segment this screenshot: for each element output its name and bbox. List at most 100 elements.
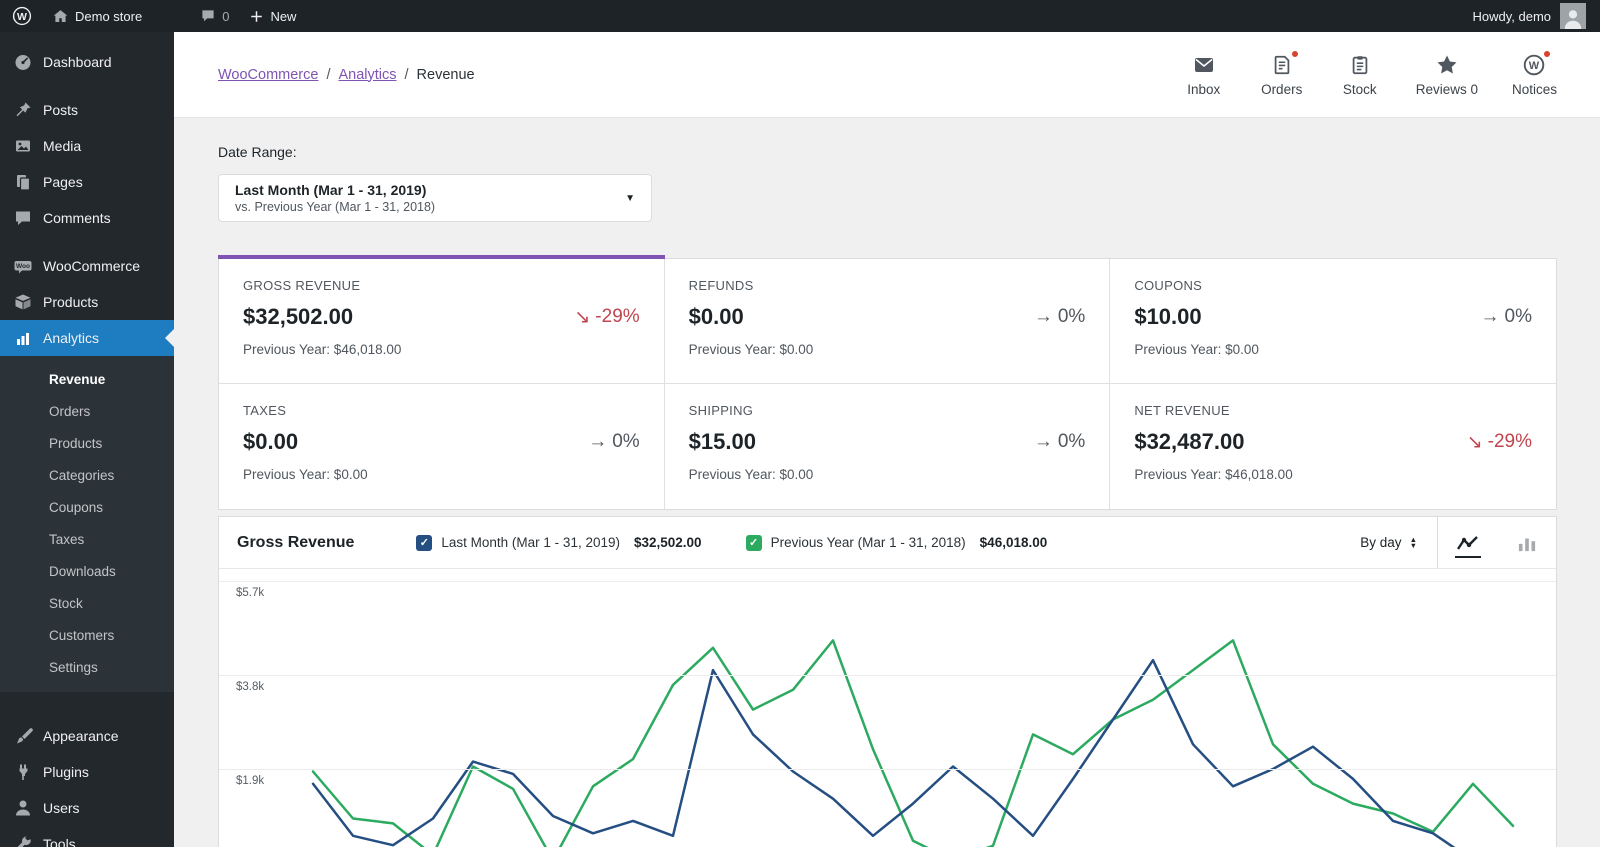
summary-cards: GROSS REVENUE $32,502.00 ↘-29% Previous … <box>218 258 1557 510</box>
user-silhouette-icon <box>1562 7 1584 29</box>
chevron-down-icon: ▼ <box>625 193 635 204</box>
sidebar-item-pages[interactable]: Pages <box>0 164 174 200</box>
sidebar-item-dashboard[interactable]: Dashboard <box>0 44 174 80</box>
date-range-select[interactable]: Last Month (Mar 1 - 31, 2019) vs. Previo… <box>218 174 652 222</box>
sidebar-item-comments[interactable]: Comments <box>0 200 174 236</box>
sidebar-item-label: WooCommerce <box>43 258 140 274</box>
trend-down-arrow-icon: ↘ <box>1467 431 1483 454</box>
admin-sidebar: Dashboard Posts Media Pages <box>0 32 174 847</box>
y-axis-tick-label: $5.7k <box>236 587 264 599</box>
svg-text:W: W <box>1529 60 1540 72</box>
chart-title: Gross Revenue <box>219 534 416 552</box>
site-name: Demo store <box>75 9 142 24</box>
activity-inbox-button[interactable]: Inbox <box>1182 53 1226 97</box>
activity-panel: Inbox Orders <box>1182 53 1557 97</box>
pages-icon <box>13 172 33 192</box>
avatar[interactable] <box>1560 3 1586 29</box>
sidebar-item-media[interactable]: Media <box>0 128 174 164</box>
wordpress-menu-button[interactable]: W <box>0 0 42 32</box>
site-name-button[interactable]: Demo store <box>42 0 152 32</box>
bar-chart-button[interactable] <box>1497 517 1556 568</box>
submenu-item-downloads[interactable]: Downloads <box>0 555 174 587</box>
active-tab-underline <box>1455 556 1481 558</box>
checkbox-checked-green[interactable]: ✓ <box>746 535 762 551</box>
chart-legend: ✓ Last Month (Mar 1 - 31, 2019) $32,502.… <box>416 535 1047 551</box>
home-icon <box>52 8 69 25</box>
sidebar-item-products[interactable]: Products <box>0 284 174 320</box>
revenue-chart-card: Gross Revenue ✓ Last Month (Mar 1 - 31, … <box>218 516 1557 847</box>
submenu-item-customers[interactable]: Customers <box>0 619 174 651</box>
summary-card-net-revenue[interactable]: NET REVENUE $32,487.00 ↘-29% Previous Ye… <box>1110 384 1556 509</box>
sidebar-item-label: Dashboard <box>43 54 112 70</box>
sidebar-item-label: Posts <box>43 102 78 118</box>
trend-down-indicator: ↘-29% <box>574 306 639 329</box>
comments-count: 0 <box>222 9 229 24</box>
comments-button[interactable]: 0 <box>190 0 239 32</box>
gridline <box>219 769 1556 770</box>
sidebar-item-label: Media <box>43 138 81 154</box>
trend-flat-arrow-icon: → <box>1481 306 1500 328</box>
sidebar-item-label: Plugins <box>43 764 89 780</box>
sidebar-item-label: Appearance <box>43 728 119 744</box>
sidebar-item-posts[interactable]: Posts <box>0 92 174 128</box>
sidebar-item-plugins[interactable]: Plugins <box>0 754 174 790</box>
trend-flat-indicator: →0% <box>1481 306 1532 328</box>
summary-card-gross-revenue[interactable]: GROSS REVENUE $32,502.00 ↘-29% Previous … <box>219 259 665 384</box>
howdy-text[interactable]: Howdy, demo <box>1472 9 1551 24</box>
interval-select[interactable]: By day ▲▼ <box>1360 535 1437 550</box>
dashboard-icon <box>13 52 33 72</box>
line-chart-button[interactable] <box>1438 517 1497 568</box>
plug-icon <box>13 762 33 782</box>
sort-arrows-icon: ▲▼ <box>1410 537 1417 549</box>
activity-notices-button[interactable]: W Notices <box>1512 53 1557 97</box>
summary-card-refunds[interactable]: REFUNDS $0.00 →0% Previous Year: $0.00 <box>665 259 1111 384</box>
media-icon <box>13 136 33 156</box>
trend-flat-arrow-icon: → <box>588 431 607 453</box>
trend-flat-indicator: →0% <box>1034 306 1085 328</box>
checkbox-checked-blue[interactable]: ✓ <box>416 535 432 551</box>
submenu-item-settings[interactable]: Settings <box>0 651 174 683</box>
new-content-button[interactable]: New <box>239 0 306 32</box>
inbox-envelope-icon <box>1191 53 1217 77</box>
submenu-item-coupons[interactable]: Coupons <box>0 491 174 523</box>
brush-icon <box>13 726 33 746</box>
woocommerce-icon: Woo <box>13 256 33 276</box>
activity-orders-button[interactable]: Orders <box>1260 53 1304 97</box>
breadcrumb-link-analytics[interactable]: Analytics <box>338 67 396 83</box>
legend-item-last-month[interactable]: ✓ Last Month (Mar 1 - 31, 2019) $32,502.… <box>416 535 701 551</box>
trend-down-arrow-icon: ↘ <box>574 306 590 329</box>
sidebar-item-tools[interactable]: Tools <box>0 826 174 847</box>
submenu-item-products[interactable]: Products <box>0 427 174 459</box>
revenue-line-chart <box>219 569 1556 847</box>
sidebar-item-appearance[interactable]: Appearance <box>0 718 174 754</box>
summary-card-taxes[interactable]: TAXES $0.00 →0% Previous Year: $0.00 <box>219 384 665 509</box>
sidebar-item-analytics[interactable]: Analytics <box>0 320 174 356</box>
series-line <box>313 640 1513 847</box>
submenu-item-orders[interactable]: Orders <box>0 395 174 427</box>
submenu-item-taxes[interactable]: Taxes <box>0 523 174 555</box>
breadcrumb-link-woocommerce[interactable]: WooCommerce <box>218 67 318 83</box>
activity-reviews-button[interactable]: Reviews 0 <box>1416 53 1478 97</box>
breadcrumb-current: Revenue <box>417 67 475 83</box>
sidebar-item-label: Comments <box>43 210 111 226</box>
wrench-icon <box>13 834 33 847</box>
legend-item-previous-year[interactable]: ✓ Previous Year (Mar 1 - 31, 2018) $46,0… <box>746 535 1048 551</box>
activity-stock-button[interactable]: Reviews 0 Stock <box>1338 53 1382 97</box>
summary-card-coupons[interactable]: COUPONS $10.00 →0% Previous Year: $0.00 <box>1110 259 1556 384</box>
date-range-primary: Last Month (Mar 1 - 31, 2019) <box>235 182 625 198</box>
comments-icon <box>13 208 33 228</box>
sidebar-item-woocommerce[interactable]: Woo WooCommerce <box>0 248 174 284</box>
y-axis-tick-label: $1.9k <box>236 775 264 787</box>
submenu-item-categories[interactable]: Categories <box>0 459 174 491</box>
submenu-item-stock[interactable]: Stock <box>0 587 174 619</box>
sidebar-item-users[interactable]: Users <box>0 790 174 826</box>
sidebar-item-label: Analytics <box>43 330 99 346</box>
svg-text:W: W <box>17 11 27 23</box>
breadcrumb: WooCommerce/Analytics/Revenue <box>218 67 475 83</box>
summary-card-shipping[interactable]: SHIPPING $15.00 →0% Previous Year: $0.00 <box>665 384 1111 509</box>
submenu-item-revenue[interactable]: Revenue <box>0 363 174 395</box>
line-chart-icon <box>1456 534 1480 552</box>
comment-bubble-icon <box>200 8 216 24</box>
sidebar-item-label: Tools <box>43 836 76 847</box>
chart-type-toggle <box>1438 517 1556 568</box>
